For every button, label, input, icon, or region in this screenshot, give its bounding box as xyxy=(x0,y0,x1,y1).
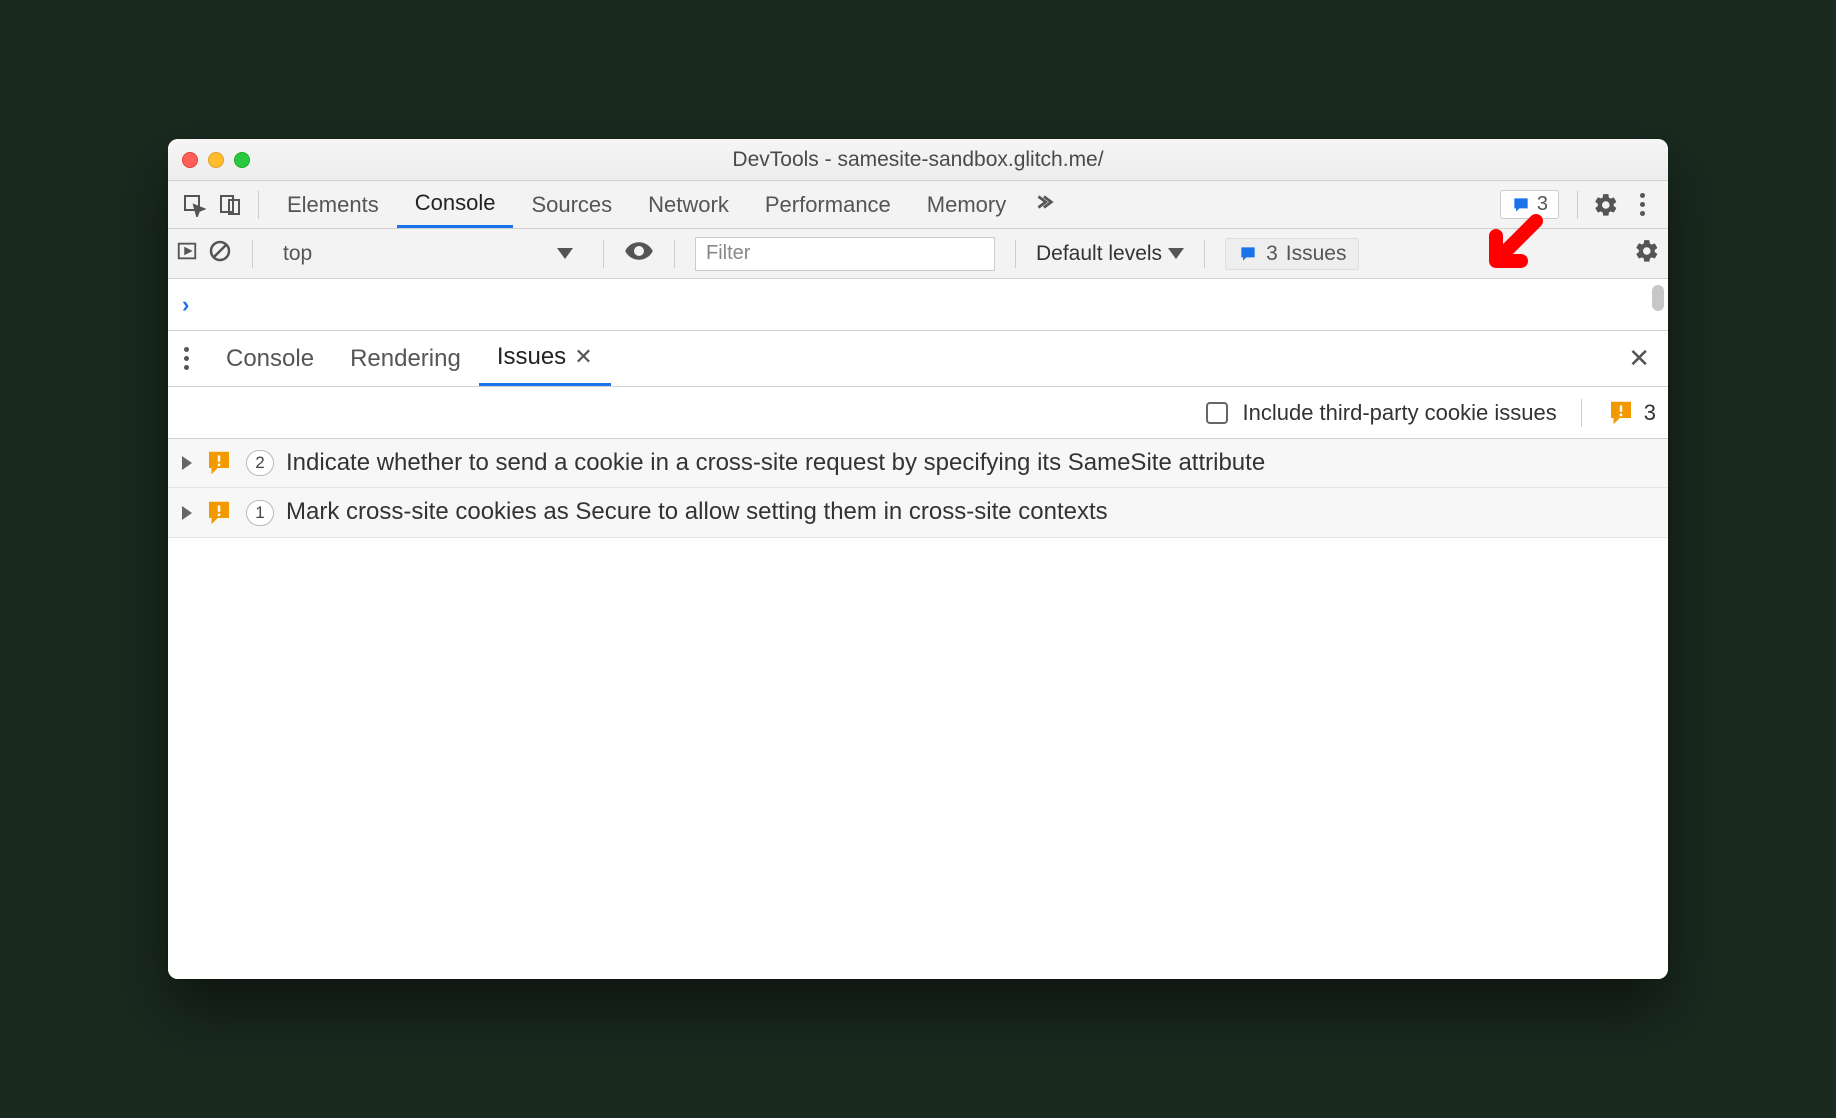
filter-input[interactable] xyxy=(695,237,995,271)
separator xyxy=(1581,399,1582,427)
inspect-element-icon[interactable] xyxy=(176,187,212,223)
zoom-window-button[interactable] xyxy=(234,152,250,168)
titlebar: DevTools - samesite-sandbox.glitch.me/ xyxy=(168,139,1668,181)
more-tabs-button[interactable] xyxy=(1024,191,1062,219)
main-tab-bar: Elements Console Sources Network Perform… xyxy=(168,181,1668,229)
drawer-more-button[interactable] xyxy=(176,347,208,370)
minimize-window-button[interactable] xyxy=(208,152,224,168)
separator xyxy=(1577,191,1578,219)
issues-total-badge: 3 xyxy=(1606,398,1656,428)
tab-sources[interactable]: Sources xyxy=(513,181,630,228)
tab-network[interactable]: Network xyxy=(630,181,747,228)
drawer-tab-issues[interactable]: Issues ✕ xyxy=(479,331,611,386)
separator xyxy=(258,191,259,219)
kebab-icon xyxy=(176,347,196,370)
issue-row[interactable]: 2 Indicate whether to send a cookie in a… xyxy=(168,439,1668,488)
context-selector-label: top xyxy=(283,242,312,266)
warning-icon xyxy=(1606,398,1636,428)
issues-filter-bar: Include third-party cookie issues 3 xyxy=(168,387,1668,439)
log-levels-label: Default levels xyxy=(1036,242,1162,266)
drawer-tab-console[interactable]: Console xyxy=(208,331,332,386)
issues-indicator-button[interactable]: 3 xyxy=(1500,190,1559,219)
separator xyxy=(603,240,604,268)
drawer-close-button[interactable]: ✕ xyxy=(1618,343,1660,374)
console-settings-button[interactable] xyxy=(1634,238,1660,270)
scrollbar-thumb[interactable] xyxy=(1652,285,1664,311)
issue-count-pill: 2 xyxy=(246,450,274,476)
close-window-button[interactable] xyxy=(182,152,198,168)
separator xyxy=(1204,240,1205,268)
issues-button[interactable]: 3 Issues xyxy=(1225,238,1359,270)
third-party-checkbox-label[interactable]: Include third-party cookie issues xyxy=(1242,400,1556,426)
tab-memory[interactable]: Memory xyxy=(909,181,1024,228)
device-toggle-icon[interactable] xyxy=(212,187,248,223)
console-prompt[interactable]: › xyxy=(168,279,1668,331)
traffic-lights xyxy=(182,152,250,168)
issues-indicator-count: 3 xyxy=(1537,193,1548,216)
separator xyxy=(674,240,675,268)
more-menu-button[interactable] xyxy=(1624,187,1660,223)
clear-console-icon[interactable] xyxy=(208,239,232,269)
kebab-icon xyxy=(1632,193,1652,216)
third-party-checkbox[interactable] xyxy=(1206,402,1228,424)
issue-count-pill: 1 xyxy=(246,500,274,526)
close-tab-icon[interactable]: ✕ xyxy=(574,344,592,370)
chevron-down-icon xyxy=(1168,248,1184,259)
live-expression-icon[interactable] xyxy=(624,236,654,272)
console-toolbar: top Default levels 3 Issues xyxy=(168,229,1668,279)
issues-button-count: 3 xyxy=(1266,242,1278,266)
expand-icon[interactable] xyxy=(182,506,192,520)
drawer-tab-bar: Console Rendering Issues ✕ ✕ xyxy=(168,331,1668,387)
chevron-down-icon xyxy=(557,248,573,259)
issue-row[interactable]: 1 Mark cross-site cookies as Secure to a… xyxy=(168,488,1668,537)
log-levels-selector[interactable]: Default levels xyxy=(1036,242,1184,266)
tab-performance[interactable]: Performance xyxy=(747,181,909,228)
warning-icon xyxy=(204,498,234,528)
window-title: DevTools - samesite-sandbox.glitch.me/ xyxy=(168,148,1668,172)
settings-button[interactable] xyxy=(1588,187,1624,223)
prompt-caret-icon: › xyxy=(182,292,189,318)
issues-button-label: Issues xyxy=(1286,242,1347,266)
issue-message: Mark cross-site cookies as Secure to all… xyxy=(286,496,1654,528)
context-selector[interactable]: top xyxy=(273,237,583,271)
devtools-window: DevTools - samesite-sandbox.glitch.me/ E… xyxy=(168,139,1668,979)
tab-console[interactable]: Console xyxy=(397,181,514,228)
warning-icon xyxy=(204,448,234,478)
expand-icon[interactable] xyxy=(182,456,192,470)
separator xyxy=(1015,240,1016,268)
toggle-sidebar-icon[interactable] xyxy=(176,240,198,268)
issues-list: 2 Indicate whether to send a cookie in a… xyxy=(168,439,1668,979)
separator xyxy=(252,240,253,268)
drawer-tab-issues-label: Issues xyxy=(497,343,566,371)
issue-message: Indicate whether to send a cookie in a c… xyxy=(286,447,1654,479)
issues-total-count: 3 xyxy=(1644,400,1656,426)
drawer-tab-rendering[interactable]: Rendering xyxy=(332,331,479,386)
tab-elements[interactable]: Elements xyxy=(269,181,397,228)
